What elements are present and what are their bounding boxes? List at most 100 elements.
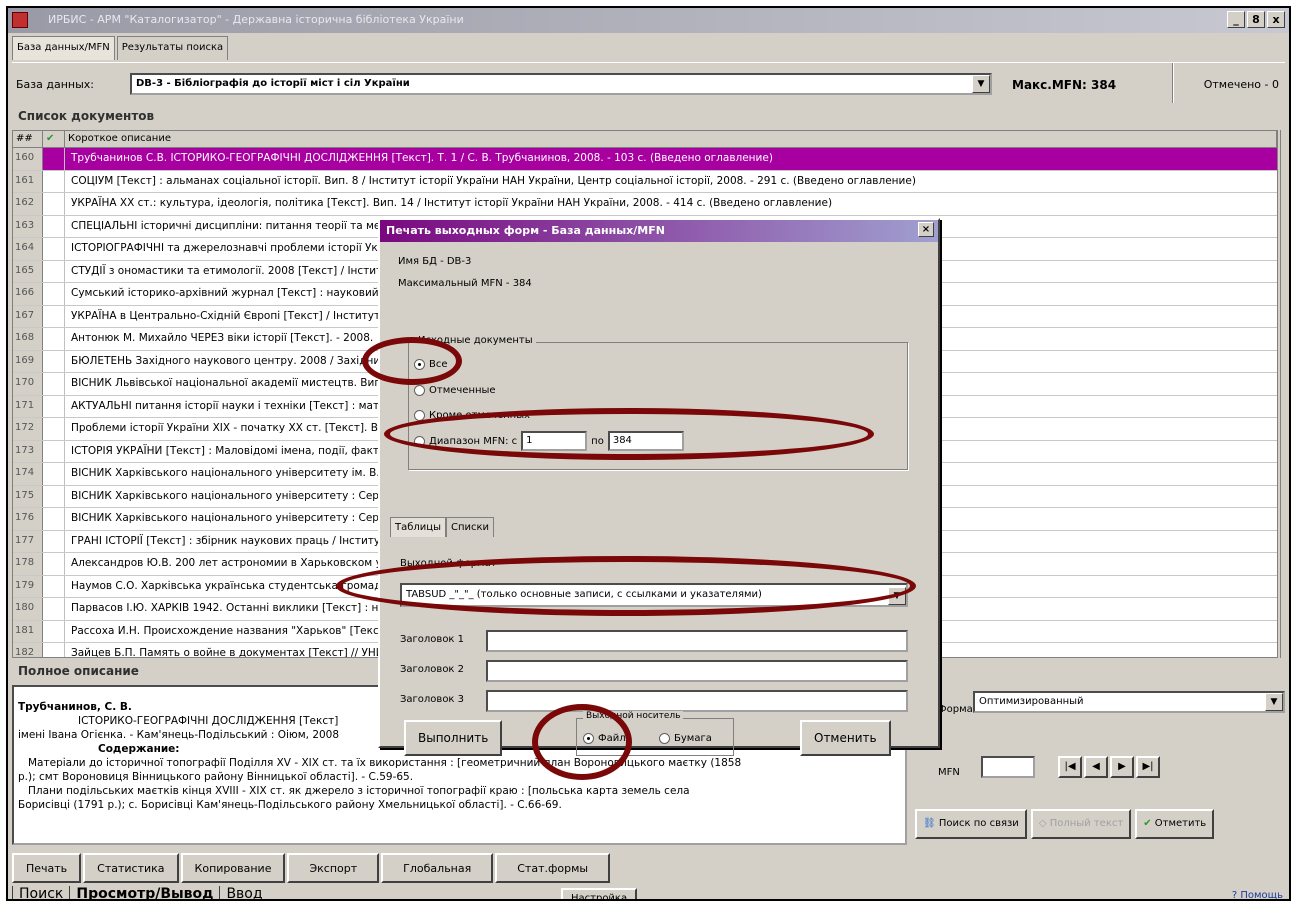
mfn-input[interactable]	[981, 756, 1035, 778]
row-check[interactable]	[43, 553, 65, 575]
tab-search-results[interactable]: Результаты поиска	[116, 36, 229, 60]
row-number: 167	[13, 305, 43, 327]
row-check[interactable]	[43, 440, 65, 462]
copy-button[interactable]: Копирование	[180, 853, 286, 883]
header1-input[interactable]	[486, 630, 908, 652]
next-record-button[interactable]: ▶	[1110, 756, 1134, 778]
row-number: 174	[13, 463, 43, 485]
dialog-tabs: Таблицы Списки	[390, 517, 495, 537]
format-select[interactable]: Оптимизированный ▼	[973, 691, 1285, 713]
radio-marked[interactable]: Отмеченные	[414, 385, 496, 396]
table-row[interactable]: 161 СОЦІУМ [Текст] : альманах соціальної …	[13, 170, 1277, 193]
row-check[interactable]	[43, 215, 65, 237]
check-icon: ✔	[1143, 818, 1152, 829]
right-panel: Формат Оптимизированный ▼ MFN |◀ ◀ ▶ ▶| …	[913, 666, 1289, 854]
row-check[interactable]	[43, 463, 65, 485]
last-record-button[interactable]: ▶|	[1136, 756, 1160, 778]
col-num-header: ##	[13, 131, 43, 147]
desc-line: Плани подільських маєтків кінця XVIII - …	[28, 785, 690, 797]
row-check[interactable]	[43, 238, 65, 260]
title-bar: ИРБИС - АРМ "Каталогизатор" - Державна і…	[8, 8, 1289, 33]
table-header: ## ✔ Короткое описание	[13, 131, 1277, 148]
row-check[interactable]	[43, 508, 65, 530]
marked-count: Отмечено - 0	[1203, 78, 1279, 91]
print-button[interactable]: Печать	[12, 853, 82, 883]
mode-tabs: Поиск Просмотр/Вывод Ввод	[12, 886, 269, 899]
db-label: База данных:	[16, 78, 95, 91]
table-row[interactable]: 162 УКРАЇНА XX ст.: культура, ідеологія, …	[13, 193, 1277, 216]
row-number: 166	[13, 283, 43, 305]
row-number: 165	[13, 260, 43, 282]
row-number: 181	[13, 620, 43, 642]
doc-table-scrollbar[interactable]	[1280, 130, 1289, 658]
row-check[interactable]	[43, 260, 65, 282]
maximize-button[interactable]: 8	[1247, 11, 1265, 28]
table-row[interactable]: 160 Трубчанинов С.В. ІСТОРИКО-ГЕОГРАФІЧНІ…	[13, 148, 1277, 171]
prev-record-button[interactable]: ◀	[1084, 756, 1108, 778]
help-icon: ?	[1231, 890, 1238, 901]
dialog-title: Печать выходных форм - База данных/MFN	[386, 224, 665, 237]
row-check[interactable]	[43, 283, 65, 305]
chevron-down-icon[interactable]: ▼	[972, 75, 990, 93]
row-number: 168	[13, 328, 43, 350]
row-check[interactable]	[43, 193, 65, 215]
full-desc-title: Полное описание	[18, 664, 139, 678]
tab-lists[interactable]: Списки	[446, 517, 495, 537]
cancel-button[interactable]: Отменить	[800, 720, 891, 756]
header3-input[interactable]	[486, 690, 908, 712]
minimize-button[interactable]: _	[1227, 11, 1245, 28]
radio-paper[interactable]: Бумага	[659, 733, 712, 744]
row-check[interactable]	[43, 328, 65, 350]
annotation-oval	[384, 408, 874, 460]
fulltext-button[interactable]: ◇ Полный текст	[1030, 809, 1132, 839]
tab-tables[interactable]: Таблицы	[390, 517, 446, 537]
row-check[interactable]	[43, 485, 65, 507]
tab-view-output[interactable]: Просмотр/Вывод	[69, 886, 219, 899]
first-record-button[interactable]: |◀	[1058, 756, 1082, 778]
radio-marked-label: Отмеченные	[429, 385, 496, 396]
db-select[interactable]: DB-3 - Бібліографія до історії міст і сі…	[130, 73, 992, 95]
close-button[interactable]: x	[1267, 11, 1285, 28]
print-dialog: Печать выходных форм - База данных/MFN ×…	[378, 218, 940, 756]
db-bar: База данных: DB-3 - Бібліографія до істо…	[12, 62, 1285, 103]
row-check[interactable]	[43, 170, 65, 192]
row-check[interactable]	[43, 148, 65, 170]
stat-forms-button[interactable]: Стат.формы	[495, 853, 611, 883]
run-button[interactable]: Выполнить	[404, 720, 503, 756]
search-link-button[interactable]: ⛓ Поиск по связи	[915, 809, 1027, 839]
check-icon: ✔	[43, 131, 65, 147]
row-description: Трубчанинов С.В. ІСТОРИКО-ГЕОГРАФІЧНІ ДО…	[71, 152, 773, 164]
row-check[interactable]	[43, 373, 65, 395]
row-check[interactable]	[43, 350, 65, 372]
row-check[interactable]	[43, 598, 65, 620]
chevron-down-icon[interactable]: ▼	[1265, 693, 1283, 711]
dialog-close-icon[interactable]: ×	[918, 222, 934, 237]
format-value: Оптимизированный	[979, 696, 1084, 707]
row-check[interactable]	[43, 418, 65, 440]
row-check[interactable]	[43, 643, 65, 657]
row-check[interactable]	[43, 530, 65, 552]
export-button[interactable]: Экспорт	[287, 853, 380, 883]
statistics-button[interactable]: Статистика	[83, 853, 179, 883]
dialog-max-mfn: Максимальный MFN - 384	[398, 278, 532, 289]
bottom-toolbar: Печать Статистика Копирование Экспорт Гл…	[12, 853, 611, 883]
mark-button[interactable]: ✔ Отметить	[1135, 809, 1215, 839]
row-check[interactable]	[43, 395, 65, 417]
row-check[interactable]	[43, 575, 65, 597]
help-button[interactable]: ? Помощь	[1231, 890, 1283, 901]
row-check[interactable]	[43, 620, 65, 642]
row-description: СОЦІУМ [Текст] : альманах соціальної іст…	[71, 174, 916, 187]
global-button[interactable]: Глобальная	[381, 853, 494, 883]
annotation-oval	[336, 556, 916, 616]
row-number: 160	[13, 148, 43, 170]
row-check[interactable]	[43, 305, 65, 327]
settings-button[interactable]: Настройка	[561, 888, 638, 899]
header2-label: Заголовок 2	[400, 664, 465, 675]
row-number: 164	[13, 238, 43, 260]
header2-input[interactable]	[486, 660, 908, 682]
tab-db-mfn[interactable]: База данных/MFN	[12, 36, 115, 60]
tab-input[interactable]: Ввод	[219, 886, 268, 899]
tab-search[interactable]: Поиск	[12, 886, 69, 899]
header1-label: Заголовок 1	[400, 634, 465, 645]
row-number: 162	[13, 193, 43, 215]
